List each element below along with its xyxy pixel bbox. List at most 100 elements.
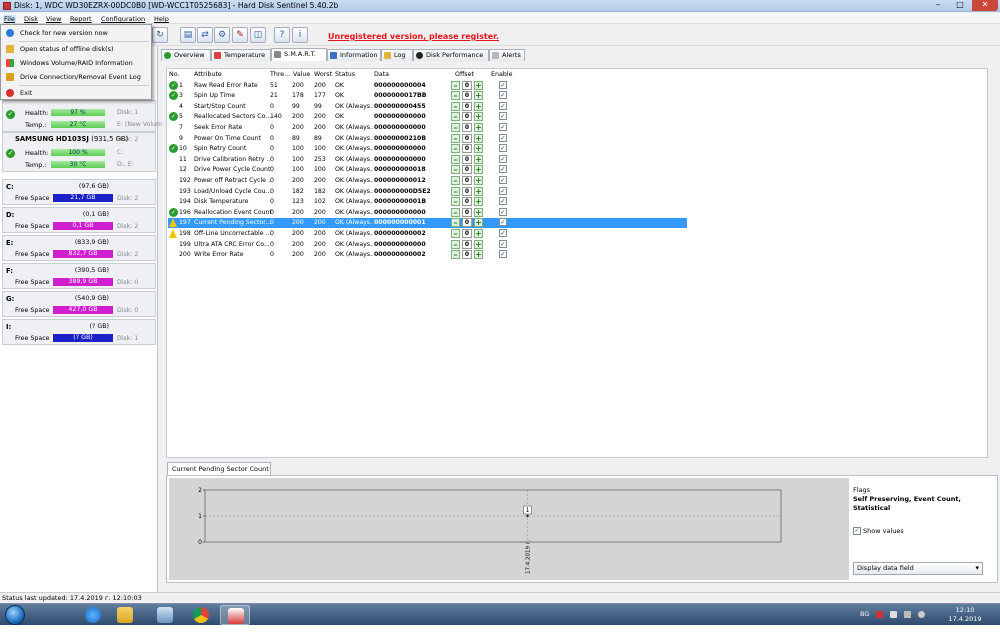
offset-value[interactable]: 0: [462, 175, 472, 185]
menu-configuration[interactable]: Configuration: [101, 15, 145, 23]
table-row[interactable]: ✓ 10 Spin Retry Count 0 100 100 OK (Always... 0…: [168, 144, 687, 155]
offset-plus-button[interactable]: +: [474, 112, 483, 122]
offset-value[interactable]: 0: [462, 144, 472, 154]
offset-minus-button[interactable]: –: [451, 207, 460, 217]
offset-plus-button[interactable]: +: [474, 250, 483, 260]
table-row[interactable]: 199 Ultra ATA CRC Error Co... 0 200 200 OK (A…: [168, 239, 687, 250]
table-row[interactable]: ✓ 5 Reallocated Sectors Co... 140 200 200 OK 00…: [168, 112, 687, 123]
info-icon[interactable]: i: [292, 27, 308, 43]
offset-plus-button[interactable]: +: [474, 165, 483, 175]
maximize-button[interactable]: □: [949, 0, 971, 11]
offset-plus-button[interactable]: +: [474, 207, 483, 217]
offset-value[interactable]: 0: [462, 250, 472, 260]
offset-minus-button[interactable]: –: [451, 91, 460, 101]
offset-minus-button[interactable]: –: [451, 154, 460, 164]
col-header-threshold[interactable]: Thre...: [270, 71, 290, 78]
tab-information[interactable]: Information: [327, 49, 381, 61]
table-row[interactable]: 192 Power off Retract Cycle ... 0 200 200 OK …: [168, 175, 687, 186]
menu-item-event-log[interactable]: Drive Connection/Removal Event Log: [2, 70, 151, 84]
volume-card-e[interactable]: E: (833,9 GB) Free Space 832,7 GB Disk: 2: [2, 235, 156, 261]
col-header-no[interactable]: No.: [169, 71, 179, 78]
offset-plus-button[interactable]: +: [474, 91, 483, 101]
enable-checkbox[interactable]: ✓: [499, 207, 507, 216]
disk-card-2[interactable]: SAMSUNG HD103SJ (931,5 GB) Disk: 2 ✓ Hea…: [2, 132, 156, 172]
disk-card-1[interactable]: ✓ Health: 97 % Disk: 1 Temp.: 27 °C E: […: [2, 100, 162, 132]
tab-temperature[interactable]: Temperature: [211, 49, 271, 61]
offset-plus-button[interactable]: +: [474, 218, 483, 228]
offset-minus-button[interactable]: –: [451, 197, 460, 207]
table-row[interactable]: 194 Disk Temperature 0 123 102 OK (Always... 0…: [168, 197, 687, 208]
taskbar-chrome[interactable]: [186, 605, 216, 625]
menu-item-check-version[interactable]: Check for new version now: [2, 26, 151, 40]
offset-value[interactable]: 0: [462, 165, 472, 175]
menu-item-open-offline[interactable]: Open status of offline disk(s): [2, 42, 151, 56]
tab-smart[interactable]: S.M.A.R.T.: [271, 48, 327, 61]
menu-item-exit[interactable]: Exit: [2, 86, 151, 100]
volume-card-g[interactable]: G: (540,9 GB) Free Space 427,0 GB Disk: 0: [2, 291, 156, 317]
offset-value[interactable]: 0: [462, 186, 472, 196]
offset-value[interactable]: 0: [462, 80, 472, 90]
minimize-button[interactable]: –: [927, 0, 949, 11]
offset-minus-button[interactable]: –: [451, 165, 460, 175]
enable-checkbox[interactable]: ✓: [499, 197, 507, 206]
taskbar-explorer[interactable]: [110, 605, 140, 625]
offset-plus-button[interactable]: +: [474, 101, 483, 111]
table-row[interactable]: ✓ 3 Spin Up Time 21 178 177 OK 0000000017BB –0 + ✓: [168, 91, 687, 102]
language-indicator[interactable]: BG: [860, 610, 869, 618]
offset-plus-button[interactable]: +: [474, 186, 483, 196]
offset-value[interactable]: 0: [462, 112, 472, 122]
enable-checkbox[interactable]: ✓: [499, 165, 507, 174]
network-icon[interactable]: [904, 611, 911, 618]
menu-report[interactable]: Report: [70, 15, 92, 23]
enable-checkbox[interactable]: ✓: [499, 122, 507, 131]
offset-value[interactable]: 0: [462, 239, 472, 249]
enable-checkbox[interactable]: ✓: [499, 112, 507, 121]
enable-checkbox[interactable]: ✓: [499, 239, 507, 248]
enable-checkbox[interactable]: ✓: [499, 186, 507, 195]
taskbar-ie[interactable]: [78, 605, 108, 625]
taskbar-computer[interactable]: [150, 605, 180, 625]
volume-icon[interactable]: [918, 611, 925, 618]
enable-checkbox[interactable]: ✓: [499, 80, 507, 89]
table-row[interactable]: 193 Load/Unload Cycle Cou... 0 182 182 OK (Al…: [168, 186, 687, 197]
enable-checkbox[interactable]: ✓: [499, 154, 507, 163]
enable-checkbox[interactable]: ✓: [499, 228, 507, 237]
offset-value[interactable]: 0: [462, 218, 472, 228]
sync-icon[interactable]: ⇄: [197, 27, 213, 43]
table-row[interactable]: 198 Off-Line Uncorrectable ... 0 200 200 OK (…: [168, 228, 687, 239]
offset-value[interactable]: 0: [462, 133, 472, 143]
table-row[interactable]: 200 Write Error Rate 0 200 200 OK (Always... 0…: [168, 250, 687, 261]
offset-plus-button[interactable]: +: [474, 122, 483, 132]
offset-minus-button[interactable]: –: [451, 144, 460, 154]
start-button[interactable]: [2, 604, 28, 626]
table-row[interactable]: 4 Start/Stop Count 0 99 99 OK (Always... 00000…: [168, 101, 687, 112]
offset-minus-button[interactable]: –: [451, 218, 460, 228]
offset-value[interactable]: 0: [462, 91, 472, 101]
table-row[interactable]: 9 Power On Time Count 0 89 89 OK (Always... 00…: [168, 133, 687, 144]
table-row[interactable]: 12 Drive Power Cycle Count 0 100 100 OK (Alwa…: [168, 165, 687, 176]
enable-checkbox[interactable]: ✓: [499, 218, 507, 227]
offset-minus-button[interactable]: –: [451, 80, 460, 90]
close-button[interactable]: ✕: [972, 0, 998, 11]
offset-plus-button[interactable]: +: [474, 228, 483, 238]
offset-value[interactable]: 0: [462, 207, 472, 217]
offset-minus-button[interactable]: –: [451, 122, 460, 132]
settings-icon[interactable]: ⚙: [214, 27, 230, 43]
offset-plus-button[interactable]: +: [474, 154, 483, 164]
col-header-status[interactable]: Status: [335, 71, 355, 78]
clock[interactable]: 12:10 17.4.2019 г.: [948, 606, 982, 633]
offset-minus-button[interactable]: –: [451, 239, 460, 249]
document-icon[interactable]: ▤: [180, 27, 196, 43]
col-header-offset[interactable]: Offset: [455, 71, 474, 78]
menu-item-volume-info[interactable]: Windows Volume/RAID Information: [2, 56, 151, 70]
show-values-checkbox[interactable]: ✓ Show values: [853, 527, 993, 535]
col-header-enable[interactable]: Enable: [491, 71, 512, 78]
offset-minus-button[interactable]: –: [451, 133, 460, 143]
offset-plus-button[interactable]: +: [474, 133, 483, 143]
tab-disk-performance[interactable]: Disk Performance: [413, 49, 489, 61]
enable-checkbox[interactable]: ✓: [499, 250, 507, 259]
tab-alerts[interactable]: Alerts: [489, 49, 525, 61]
volume-card-c[interactable]: C: (97,6 GB) Free Space 21,7 GB Disk: 2: [2, 179, 156, 205]
tray-app-icon[interactable]: [876, 611, 883, 618]
unregistered-link[interactable]: Unregistered version, please register.: [328, 32, 499, 41]
